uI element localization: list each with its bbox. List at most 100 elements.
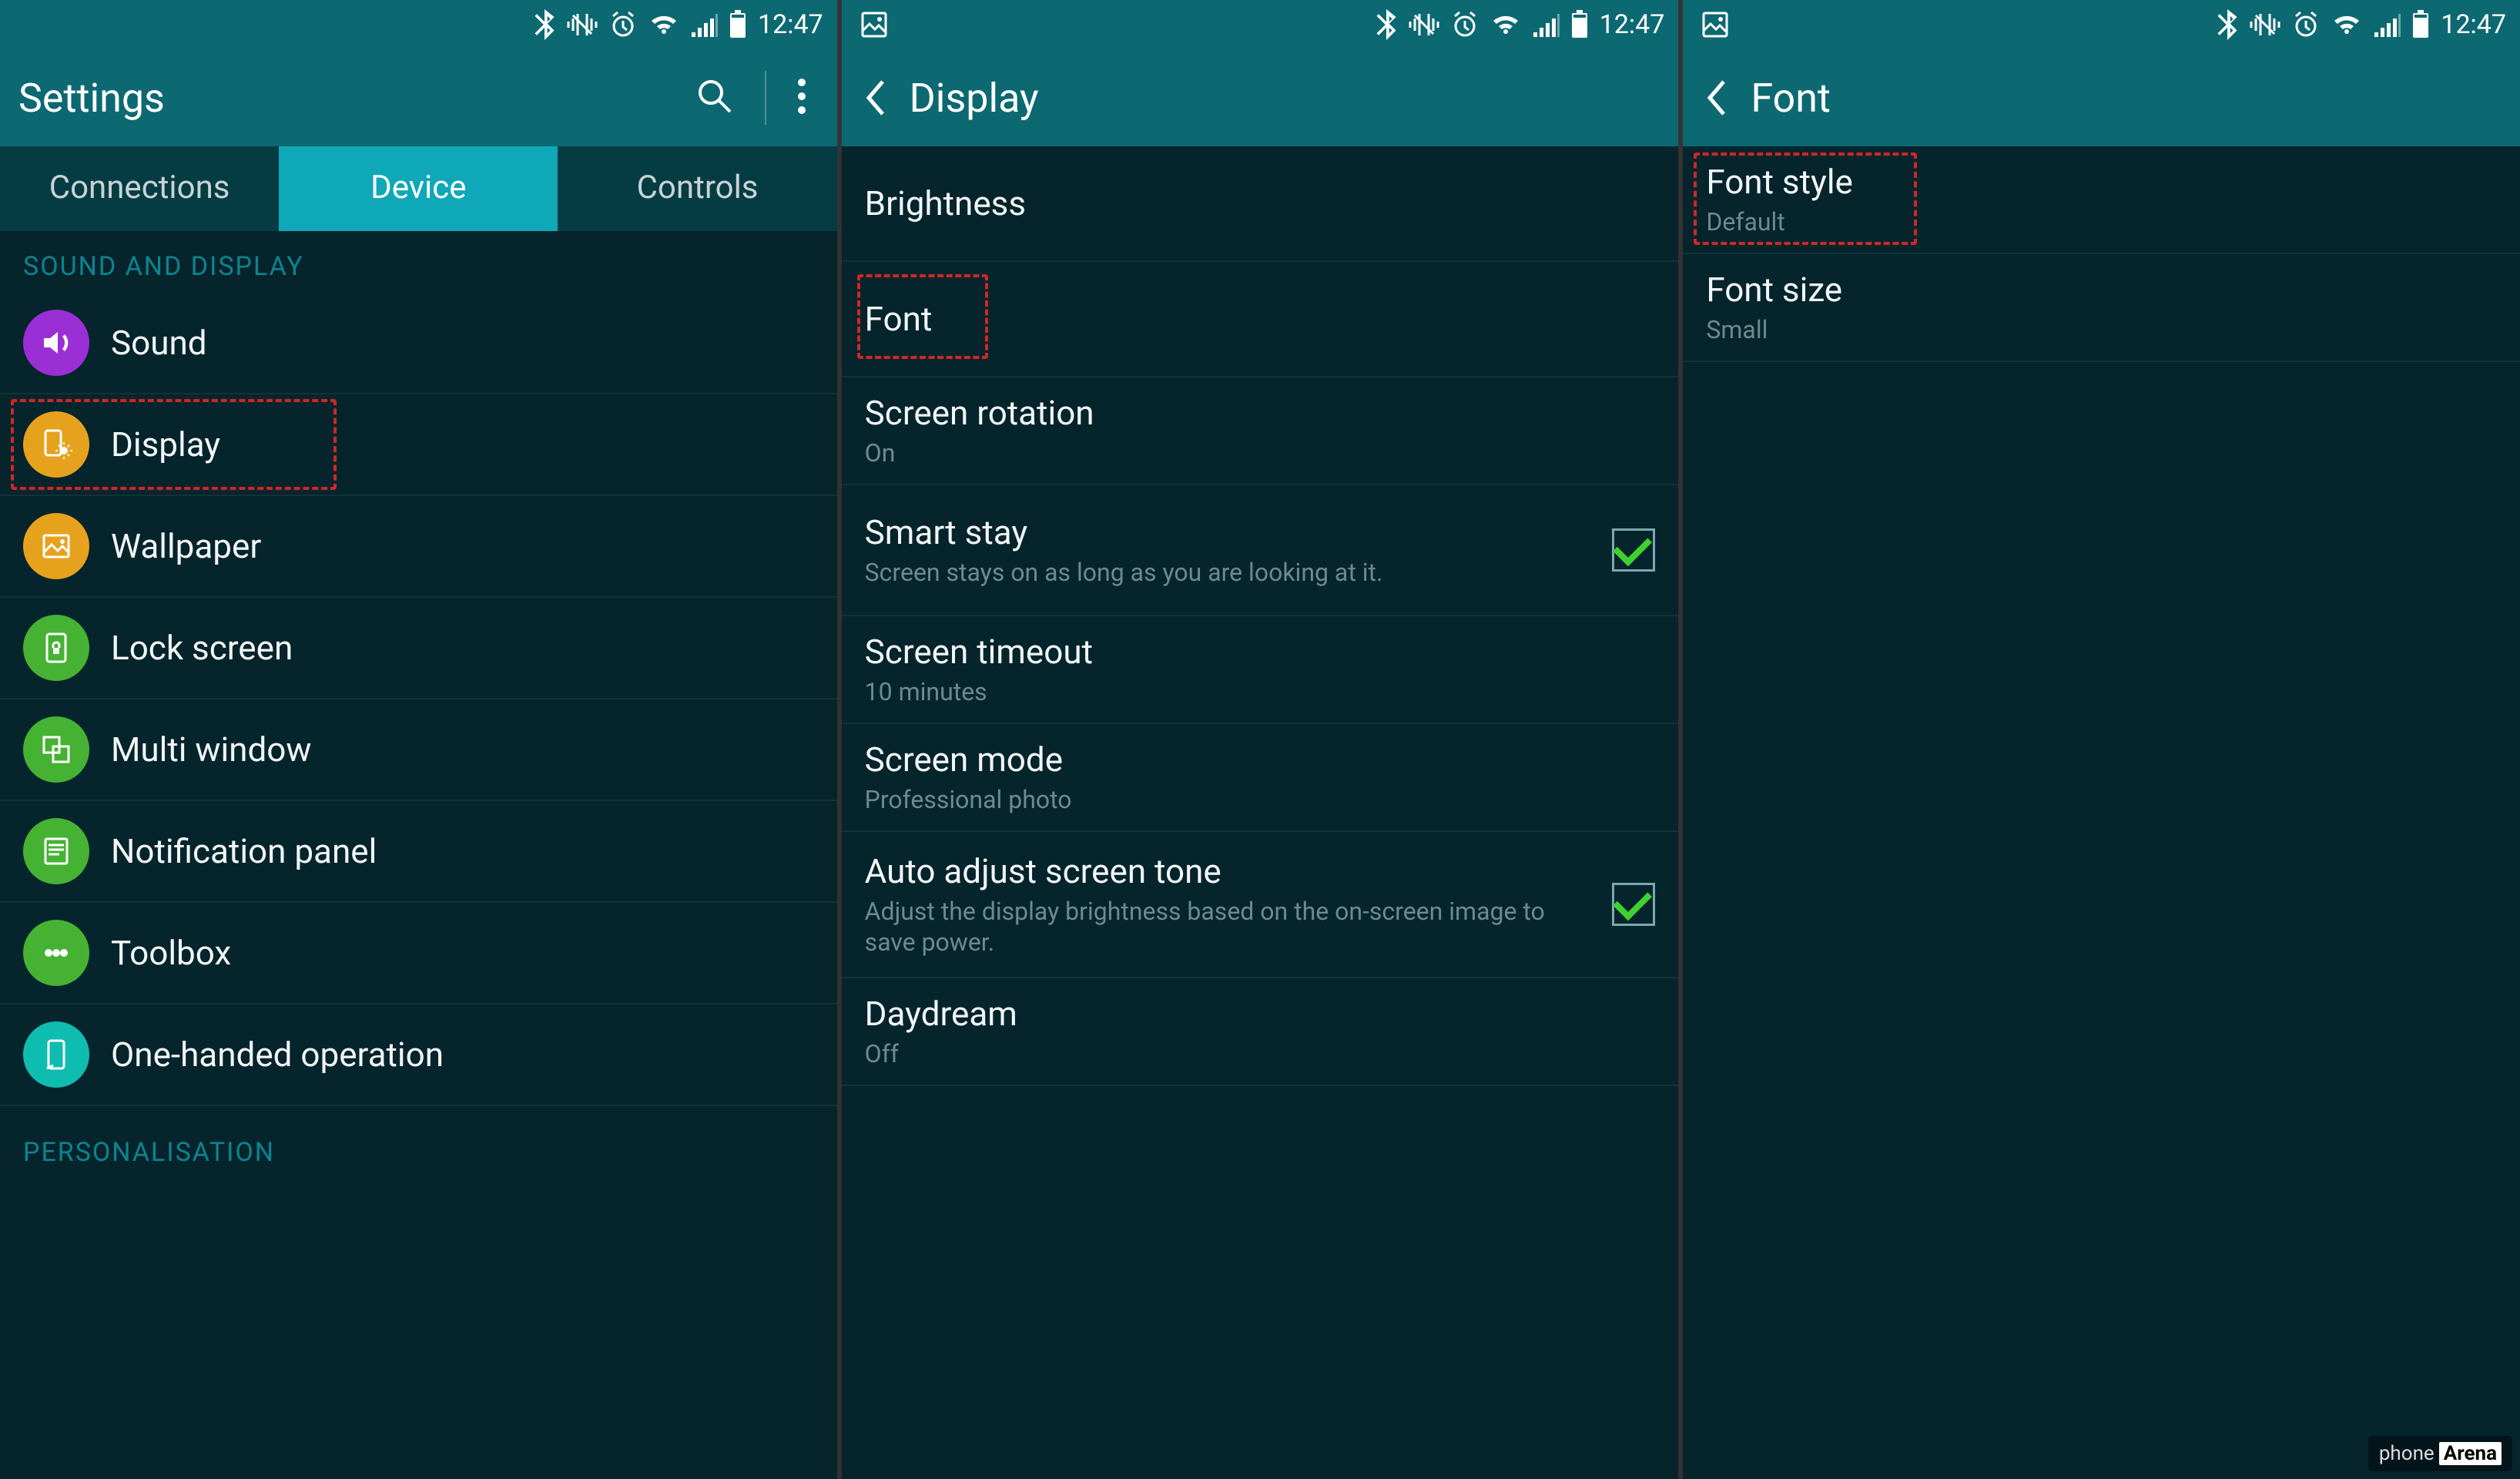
app-bar-title: Font [1751, 75, 1831, 122]
list-item-sublabel: On [865, 438, 1656, 468]
vibrate-icon [1409, 11, 1439, 39]
display-icon [23, 411, 89, 478]
back-button[interactable] [860, 75, 891, 121]
alarm-icon [2291, 10, 2321, 39]
tab-device[interactable]: Device [279, 146, 558, 231]
app-bar: Settings [0, 49, 837, 146]
status-bar: 12:47 [0, 0, 837, 49]
signal-icon [690, 12, 718, 37]
app-bar-title: Display [910, 75, 1039, 122]
sound-icon [23, 310, 89, 376]
notification-panel-icon [23, 818, 89, 884]
list-item-daydream[interactable]: Daydream Off [842, 978, 1679, 1086]
picture-icon [860, 11, 888, 39]
toolbox-icon [23, 920, 89, 986]
list-item-brightness[interactable]: Brightness [842, 146, 1679, 262]
list-item-auto-adjust-tone[interactable]: Auto adjust screen tone Adjust the displ… [842, 832, 1679, 978]
wifi-icon [2331, 12, 2362, 37]
status-time: 12:47 [758, 9, 823, 40]
app-bar: Font [1683, 49, 2520, 146]
list-item-label: Display [111, 424, 814, 464]
list-item-label: Font style [1706, 162, 2497, 202]
tabs: Connections Device Controls [0, 146, 837, 231]
watermark: phoneArena [2368, 1436, 2512, 1471]
font-list: Font style Default Font size Small [1683, 146, 2520, 362]
list-item-toolbox[interactable]: Toolbox [0, 903, 837, 1004]
list-item-label: Brightness [865, 183, 1656, 223]
list-item-label: Sound [111, 323, 814, 363]
vibrate-icon [2250, 11, 2280, 39]
list-item-font[interactable]: Font [842, 262, 1679, 377]
list-item-sublabel: Professional photo [865, 784, 1656, 815]
list-item-label: Lock screen [111, 628, 814, 668]
section-personalisation: PERSONALISATION [0, 1106, 837, 1179]
list-item-sublabel: Default [1706, 206, 2497, 237]
wallpaper-icon [23, 513, 89, 579]
list-item-one-handed[interactable]: One-handed operation [0, 1004, 837, 1106]
signal-icon [2373, 12, 2401, 37]
search-icon[interactable] [683, 69, 746, 126]
list-item-sound[interactable]: Sound [0, 293, 837, 394]
list-item-screen-timeout[interactable]: Screen timeout 10 minutes [842, 616, 1679, 724]
list-item-font-size[interactable]: Font size Small [1683, 254, 2520, 362]
battery-icon [729, 10, 747, 39]
list-item-screen-mode[interactable]: Screen mode Professional photo [842, 724, 1679, 832]
list-item-sublabel: Adjust the display brightness based on t… [865, 896, 1591, 957]
list-item-notification-panel[interactable]: Notification panel [0, 801, 837, 903]
picture-icon [1701, 11, 1729, 39]
vibrate-icon [567, 11, 598, 39]
overflow-menu-icon[interactable] [785, 70, 819, 126]
alarm-icon [1450, 10, 1479, 39]
list-item-label: Screen mode [865, 740, 1656, 780]
display-list: Brightness Font Screen rotation On Smart… [842, 146, 1679, 1086]
status-time: 12:47 [1600, 9, 1665, 40]
list-item-label: Screen rotation [865, 393, 1656, 433]
list-item-label: Notification panel [111, 831, 814, 871]
list-item-screen-rotation[interactable]: Screen rotation On [842, 377, 1679, 485]
list-item-label: Screen timeout [865, 632, 1656, 672]
list-item-label: Daydream [865, 994, 1656, 1034]
status-time: 12:47 [2441, 9, 2506, 40]
tab-controls[interactable]: Controls [558, 146, 836, 231]
watermark-text-b: Arena [2439, 1442, 2502, 1465]
wifi-icon [1490, 12, 1521, 37]
multi-window-icon [23, 716, 89, 783]
tab-connections[interactable]: Connections [0, 146, 279, 231]
smart-stay-checkbox[interactable] [1612, 528, 1655, 572]
list-item-font-style[interactable]: Font style Default [1683, 146, 2520, 254]
auto-adjust-checkbox[interactable] [1612, 883, 1655, 926]
list-item-label: Wallpaper [111, 526, 814, 566]
list-item-multi-window[interactable]: Multi window [0, 699, 837, 801]
list-item-label: Font size [1706, 270, 2497, 310]
app-bar-title: Settings [18, 75, 165, 122]
list-item-display[interactable]: Display [0, 394, 837, 496]
battery-icon [2411, 10, 2430, 39]
settings-list: Sound Display Wallpaper Lock screen M [0, 293, 837, 1106]
lock-screen-icon [23, 615, 89, 681]
list-item-lock-screen[interactable]: Lock screen [0, 598, 837, 699]
signal-icon [1532, 12, 1560, 37]
bluetooth-icon [2216, 9, 2239, 40]
list-item-label: Smart stay [865, 512, 1591, 552]
back-button[interactable] [1701, 75, 1732, 121]
battery-icon [1570, 10, 1589, 39]
alarm-icon [608, 10, 638, 39]
list-item-sublabel: Small [1706, 314, 2497, 345]
list-item-smart-stay[interactable]: Smart stay Screen stays on as long as yo… [842, 485, 1679, 616]
watermark-text-a: phone [2379, 1442, 2435, 1465]
bluetooth-icon [1375, 9, 1398, 40]
screen-font: 12:47 Font Font style Default Font size … [1683, 0, 2520, 1479]
list-item-wallpaper[interactable]: Wallpaper [0, 496, 837, 598]
screen-display: 12:47 Display Brightness Font Screen rot… [842, 0, 1679, 1479]
wifi-icon [648, 12, 679, 37]
list-item-label: Auto adjust screen tone [865, 851, 1591, 891]
one-handed-icon [23, 1021, 89, 1088]
list-item-sublabel: 10 minutes [865, 676, 1656, 707]
divider [765, 71, 766, 125]
list-item-label: One-handed operation [111, 1035, 814, 1075]
screen-settings: 12:47 Settings Connections Device Contro… [0, 0, 837, 1479]
list-item-sublabel: Off [865, 1038, 1656, 1069]
list-item-label: Toolbox [111, 933, 814, 973]
list-item-label: Multi window [111, 729, 814, 770]
list-item-sublabel: Screen stays on as long as you are looki… [865, 557, 1591, 588]
